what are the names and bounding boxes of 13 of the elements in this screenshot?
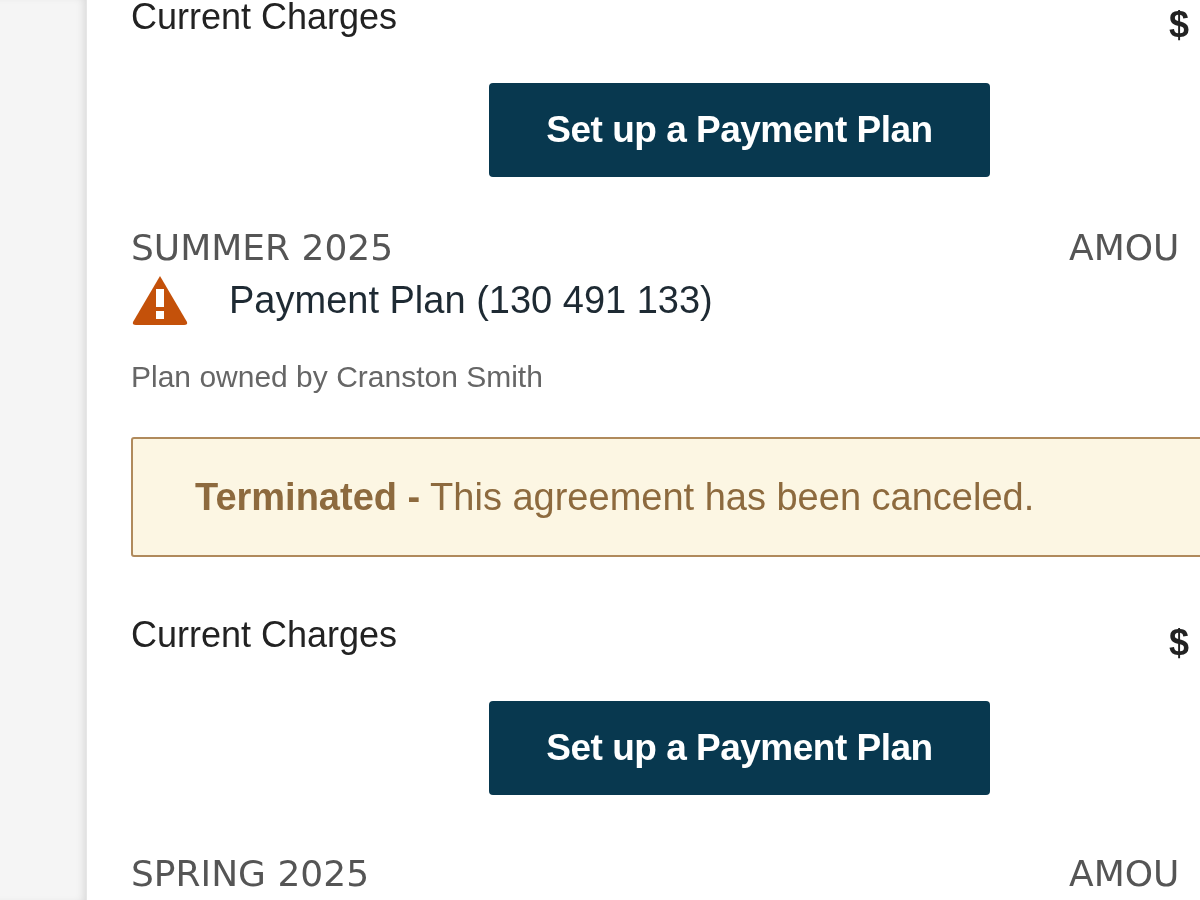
payment-plan-button[interactable]: Set up a Payment Plan [489,83,990,177]
alert-message: Terminated - This agreement has been canceled. [195,474,1035,520]
payment-plan-button[interactable]: Set up a Payment Plan [489,701,990,795]
charges-label: Current Charges [131,614,398,656]
amount-header: AMOU [1069,226,1180,270]
plan-title: Payment Plan (130 491 133) [229,277,713,323]
term-title: SPRING 2025 [131,853,370,894]
charges-amount: $ [1169,4,1190,46]
charges-label: Current Charges [131,0,398,38]
amount-header: AMOU [1069,852,1180,896]
term-title: SUMMER 2025 [131,227,394,268]
charges-amount: $ [1169,622,1190,664]
plan-owner: Plan owned by Cranston Smith [131,360,543,393]
